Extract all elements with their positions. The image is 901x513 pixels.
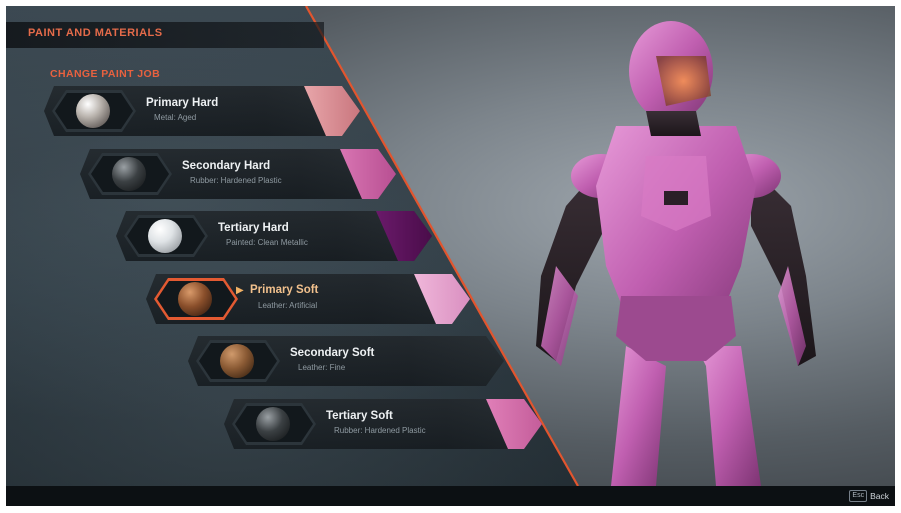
slot-name: Secondary Soft (290, 347, 375, 359)
footer-bar: Esc Back (6, 486, 895, 506)
slot-name: Tertiary Hard (218, 222, 289, 234)
paint-slot-tertiary-soft[interactable]: Tertiary Soft Rubber: Hardened Plastic (224, 399, 542, 449)
slot-material: Leather: Artificial (258, 301, 318, 310)
slot-material: Metal: Aged (154, 113, 197, 122)
game-screen: PAINT AND MATERIALS CHANGE PAINT JOB Pri… (6, 6, 895, 506)
back-button[interactable]: Esc Back (849, 489, 889, 503)
slot-material: Rubber: Hardened Plastic (190, 176, 282, 185)
javelin-character-preview (536, 21, 816, 486)
section-title: CHANGE PAINT JOB (50, 68, 161, 80)
back-label: Back (870, 491, 889, 501)
material-preview-ball (148, 219, 182, 253)
paint-slot-secondary-soft[interactable]: Secondary Soft Leather: Fine (188, 336, 504, 386)
selected-indicator-icon: ▶ (236, 285, 244, 296)
esc-key-icon: Esc (849, 490, 868, 502)
material-preview-ball (112, 157, 146, 191)
paint-slot-secondary-hard[interactable]: Secondary Hard Rubber: Hardened Plastic (80, 149, 396, 199)
paint-slot-primary-hard[interactable]: Primary Hard Metal: Aged (44, 86, 360, 136)
page-title: PAINT AND MATERIALS (28, 27, 163, 39)
slot-material: Rubber: Hardened Plastic (334, 426, 426, 435)
slot-material: Leather: Fine (298, 363, 346, 372)
material-preview-ball (178, 282, 212, 316)
paint-slot-primary-soft[interactable]: ▶ Primary Soft Leather: Artificial (146, 274, 470, 324)
slot-material: Painted: Clean Metallic (226, 238, 308, 247)
slot-name: Secondary Hard (182, 160, 271, 172)
slot-name: Primary Hard (146, 97, 219, 109)
material-preview-ball (76, 94, 110, 128)
material-preview-ball (220, 344, 254, 378)
paint-slot-tertiary-hard[interactable]: Tertiary Hard Painted: Clean Metallic (116, 211, 432, 261)
material-preview-ball (256, 407, 290, 441)
slot-name: Primary Soft (250, 284, 319, 296)
slot-name: Tertiary Soft (326, 410, 393, 422)
